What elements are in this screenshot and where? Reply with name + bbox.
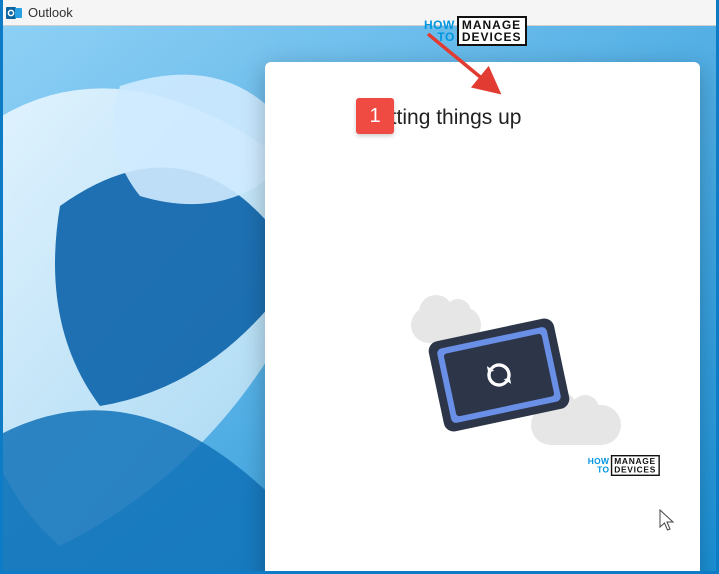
setup-dialog: Setting things up <box>265 62 700 574</box>
watermark-logo: HOW TO MANAGE DEVICES <box>424 16 527 46</box>
mouse-cursor-icon <box>659 509 677 538</box>
watermark-logo: HOW TO MANAGE DEVICES <box>588 455 660 476</box>
outlook-icon <box>6 5 22 21</box>
annotation-number-badge: 1 <box>356 98 394 134</box>
window-title: Outlook <box>28 5 73 20</box>
dialog-title: Setting things up <box>365 106 660 130</box>
sync-icon <box>481 357 517 393</box>
window-titlebar: Outlook <box>0 0 719 26</box>
sync-illustration <box>353 307 613 467</box>
